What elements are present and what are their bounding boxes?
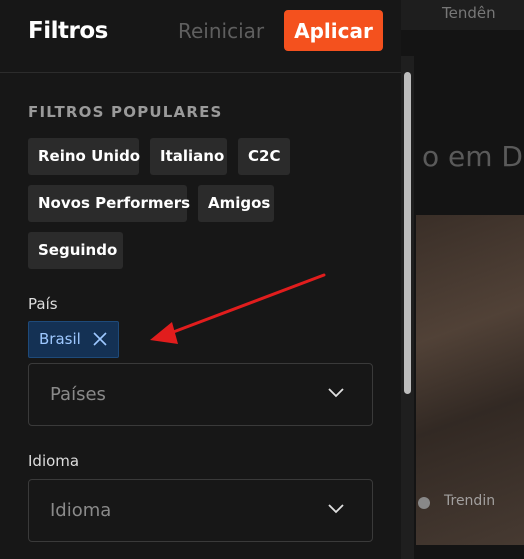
chip-seguindo[interactable]: Seguindo bbox=[28, 232, 123, 269]
background-topbar: Tendên bbox=[386, 0, 524, 30]
chip-novos-performers[interactable]: Novos Performers bbox=[28, 185, 190, 222]
background-topbar-text: Tendên bbox=[442, 4, 496, 22]
country-label: País bbox=[28, 295, 58, 313]
selected-country-label: Brasil bbox=[39, 330, 81, 348]
popular-filters-title: FILTROS POPULARES bbox=[28, 103, 223, 121]
panel-header: Filtros Reiniciar Aplicar bbox=[0, 0, 401, 73]
close-icon[interactable] bbox=[93, 332, 107, 346]
chip-reino-unido[interactable]: Reino Unido bbox=[28, 138, 140, 175]
language-select[interactable]: Idioma bbox=[28, 479, 373, 542]
background-heading: o em Di bbox=[422, 140, 524, 173]
chevron-down-icon bbox=[328, 504, 344, 514]
country-select-placeholder: Países bbox=[50, 384, 106, 405]
panel-scrollbar-thumb[interactable] bbox=[404, 72, 411, 394]
apply-button[interactable]: Aplicar bbox=[284, 10, 383, 51]
filter-panel: Filtros Reiniciar Aplicar FILTROS POPULA… bbox=[0, 0, 401, 559]
language-select-placeholder: Idioma bbox=[50, 500, 112, 521]
language-label: Idioma bbox=[28, 452, 80, 470]
chevron-down-icon bbox=[328, 388, 344, 398]
panel-title: Filtros bbox=[28, 18, 108, 44]
country-select[interactable]: Países bbox=[28, 363, 373, 426]
chip-amigos[interactable]: Amigos bbox=[198, 185, 274, 222]
background-thumb-dot bbox=[418, 497, 430, 509]
chip-italiano[interactable]: Italiano bbox=[150, 138, 227, 175]
chip-c2c[interactable]: C2C bbox=[238, 138, 290, 175]
selected-country-chip: Brasil bbox=[28, 321, 119, 358]
background-thumb-label: Trendin bbox=[444, 493, 496, 509]
reset-button[interactable]: Reiniciar bbox=[178, 19, 264, 43]
